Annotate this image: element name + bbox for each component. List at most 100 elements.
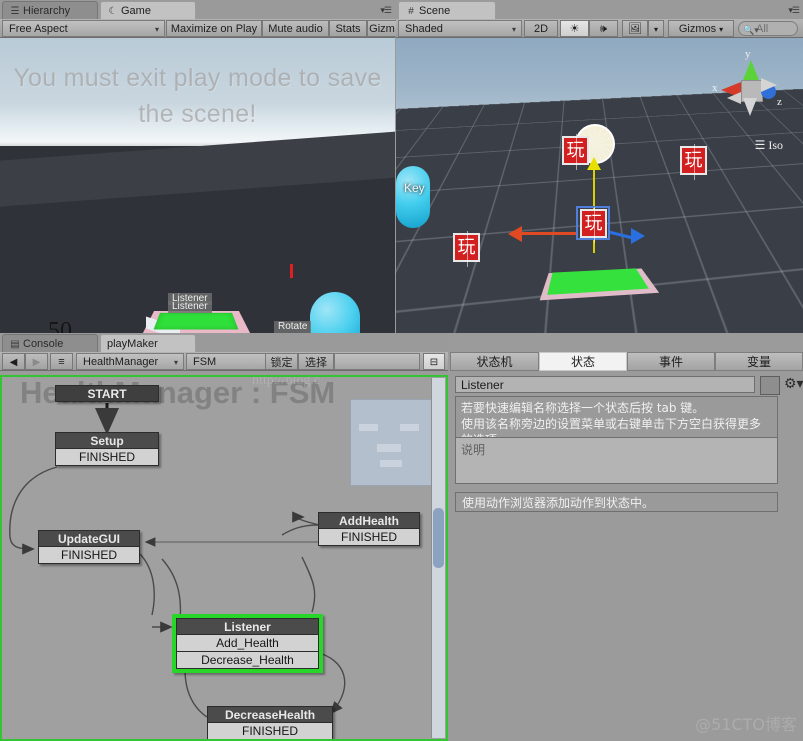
gizmo-axis-negz-cone[interactable] (727, 92, 741, 104)
playmaker-menu-button[interactable]: ≡ (50, 353, 73, 370)
fx-button[interactable]: 🖼 (622, 20, 648, 37)
tab-console[interactable]: ▤ Console (2, 334, 98, 352)
fsm-scrollbar-thumb[interactable] (433, 508, 444, 568)
audio-toggle-button[interactable]: 🕪 (589, 20, 618, 37)
fsm-node-event[interactable]: Add_Health (176, 635, 319, 652)
lighting-toggle-button[interactable]: ☀ (560, 20, 589, 37)
lock-button[interactable]: 锁定 (265, 353, 298, 370)
help-line-1: 若要快速编辑名称选择一个状态后按 tab 键。 (461, 401, 705, 415)
maximize-on-play-button[interactable]: Maximize on Play (166, 20, 262, 37)
fsm-node-setup[interactable]: Setup FINISHED (55, 432, 159, 466)
gizmos-dropdown-button[interactable]: Gizmos ▾ (668, 20, 734, 37)
fsm-node-event[interactable]: FINISHED (38, 547, 140, 564)
fsm-minimap[interactable] (350, 399, 432, 486)
translate-x-axis[interactable] (519, 232, 577, 235)
bottom-panel: ▤ Console playMaker ◀ ▶ ≡ HealthManager ▾ … (0, 333, 803, 741)
scene-viewport[interactable]: Key 玩 玩 玩 玩 y x z ☰ Iso (396, 38, 803, 333)
select-button[interactable]: 选择 (298, 353, 334, 370)
game-panel-menu-icon[interactable]: ▾☰ (380, 5, 392, 16)
scene-label-key: Key (404, 181, 425, 195)
nav-back-button[interactable]: ◀ (2, 353, 25, 370)
sun-icon: ☀ (569, 23, 580, 35)
gear-icon[interactable]: ⚙▾ (784, 375, 803, 392)
mute-audio-button[interactable]: Mute audio (262, 20, 329, 37)
gizmo-label-z: z (777, 96, 782, 108)
fsm-node-title: START (55, 385, 159, 402)
fx-dropdown-button[interactable]: ▾ (648, 20, 664, 37)
image-icon: 🖼 (628, 23, 642, 35)
translate-z-arrow[interactable] (631, 228, 645, 244)
scene-search-input[interactable]: 🔍▾ All (738, 21, 798, 36)
tab-scene[interactable]: # Scene (398, 1, 496, 19)
chevron-down-icon: ▾ (719, 25, 724, 34)
tab-state-machine[interactable]: 状态机 (450, 352, 539, 371)
fsm-node-title: AddHealth (318, 512, 420, 529)
chevron-down-icon: ▾ (173, 358, 178, 367)
stats-button[interactable]: Stats (329, 20, 367, 37)
scene-toolbar: Shaded ▾ 2D ☀ 🕪 🖼 ▾ Gizmos ▾ 🔍▾ All (396, 19, 803, 38)
inspector-tabbar: 状态机 状态 事件 变量 (450, 352, 803, 372)
game-overlay-message: You must exit play mode to save the scen… (13, 64, 382, 128)
gizmo-label-y: y (745, 48, 751, 60)
playmaker-search-input[interactable] (334, 353, 420, 370)
layout-toggle-button[interactable]: ⊟ (423, 353, 445, 370)
health-readout: 50 (48, 318, 72, 333)
gizmo-axis-negx-cone[interactable] (761, 78, 777, 92)
chevron-down-icon: ▾ (653, 25, 658, 34)
state-color-swatch[interactable] (760, 376, 780, 395)
tab-playmaker[interactable]: playMaker (100, 334, 196, 352)
gizmo-axis-y-cone[interactable] (743, 60, 759, 80)
tab-state[interactable]: 状态 (539, 352, 627, 371)
scene-gizmo-icon-2[interactable]: 玩 (562, 134, 589, 170)
blog-url-watermark: http://blog.c (252, 375, 321, 388)
fsm-graph-canvas[interactable]: HealthManager : FSM http://blog.c START … (0, 375, 448, 741)
game-viewport[interactable]: You must exit play mode to save the scen… (0, 38, 395, 333)
game-label-listener-2: Listener (168, 301, 212, 313)
fsm-node-addhealth[interactable]: AddHealth FINISHED (318, 512, 420, 546)
scene-panel-tabbar: # Scene ▾☰ (396, 0, 803, 20)
speaker-icon: 🕪 (600, 23, 607, 35)
projection-mode-label[interactable]: ☰ Iso (755, 138, 783, 153)
chevron-down-icon: ▾ (511, 25, 516, 34)
tab-events[interactable]: 事件 (627, 352, 715, 371)
scene-view-gizmo[interactable]: y x z (712, 48, 789, 128)
aspect-dropdown[interactable]: Free Aspect ▾ (2, 20, 165, 37)
scene-panel-menu-icon[interactable]: ▾☰ (788, 5, 800, 16)
state-description-input[interactable]: 说明 (455, 437, 778, 484)
gizmo-axis-negy-cone[interactable] (743, 98, 757, 116)
hamburger-icon: ☰ (754, 138, 766, 152)
scene-capsule-key[interactable] (396, 166, 430, 228)
chevron-down-icon: ▾ (154, 25, 159, 34)
gameobject-dropdown[interactable]: HealthManager ▾ (76, 353, 184, 370)
scene-gizmo-icon-1[interactable]: 玩 (453, 231, 480, 267)
playmaker-toolbar: ◀ ▶ ≡ HealthManager▾ FSM▾ 锁定 选择 ⊟ (0, 352, 448, 371)
game-toolbar: Free Aspect ▾ Maximize on Play Mute audio… (0, 19, 397, 38)
fsm-node-decreasehealth[interactable]: DecreaseHealth FINISHED (207, 706, 333, 739)
game-label-rotate: Rotate (274, 321, 312, 333)
game-panel-tabbar: ☰ Hierarchy ☾ Game ▾☰ (0, 0, 395, 20)
fsm-vertical-scrollbar[interactable] (431, 378, 445, 738)
fsm-node-event[interactable]: Decrease_Health (176, 652, 319, 669)
action-browser-hint: 使用动作浏览器添加动作到状态中。 (455, 492, 778, 512)
gizmos-button[interactable]: Gizm (367, 20, 397, 37)
fsm-node-event[interactable]: FINISHED (318, 529, 420, 546)
tab-variables[interactable]: 变量 (715, 352, 803, 371)
fsm-node-updategui[interactable]: UpdateGUI FINISHED (38, 530, 140, 564)
fsm-node-title: UpdateGUI (38, 530, 140, 547)
scene-gizmo-icon-4[interactable]: 玩 (580, 207, 607, 243)
fsm-node-listener[interactable]: Listener Add_Health Decrease_Health (172, 614, 323, 673)
light-direction-arrow (587, 157, 601, 170)
site-watermark: @51CTO博客 (695, 715, 797, 734)
translate-x-arrow[interactable] (508, 226, 522, 242)
fsm-node-event[interactable]: FINISHED (55, 449, 159, 466)
state-name-input[interactable]: Listener (455, 376, 755, 393)
fsm-node-event[interactable]: FINISHED (207, 723, 333, 739)
scene-gizmo-icon-3[interactable]: 玩 (680, 144, 707, 180)
nav-forward-button[interactable]: ▶ (25, 353, 48, 370)
tab-hierarchy[interactable]: ☰ Hierarchy (2, 1, 98, 19)
fsm-node-start[interactable]: START (55, 385, 159, 402)
draw-mode-dropdown[interactable]: Shaded ▾ (398, 20, 522, 37)
fsm-node-title: Listener (176, 618, 319, 635)
tab-game[interactable]: ☾ Game (100, 1, 196, 19)
2d-toggle-button[interactable]: 2D (524, 20, 558, 37)
